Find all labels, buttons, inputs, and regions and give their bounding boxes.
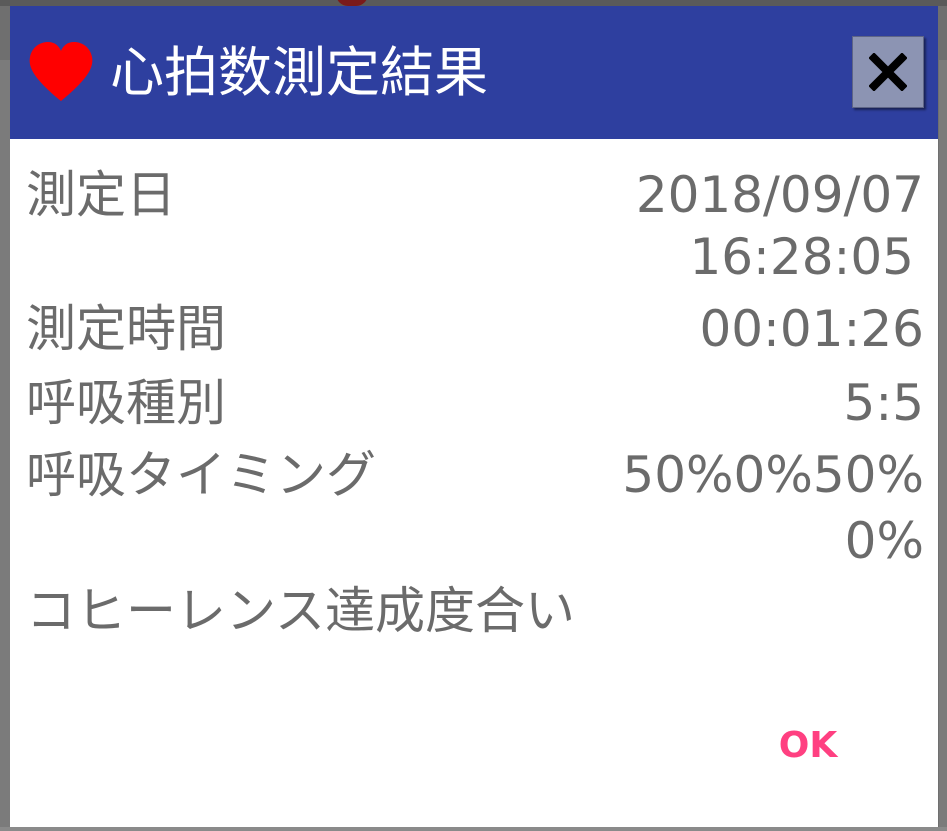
measurement-date-value: 2018/09/07 bbox=[635, 166, 924, 224]
result-dialog: 心拍数測定結果 測定日 2018/09/07 16:28:05 測定時間 00:… bbox=[10, 6, 938, 827]
background-app-edge-bottom bbox=[0, 827, 947, 831]
background-app-edge-left bbox=[0, 60, 10, 831]
breath-timing-label: 呼吸タイミング bbox=[26, 446, 376, 504]
close-icon bbox=[869, 53, 907, 91]
breath-timing-value: 50%0%50% bbox=[622, 446, 924, 504]
breath-type-value: 5:5 bbox=[843, 374, 924, 432]
heart-icon bbox=[29, 42, 93, 101]
ok-button[interactable]: OK bbox=[756, 710, 860, 782]
dialog-header: 心拍数測定結果 bbox=[10, 6, 938, 139]
measurement-duration-value: 00:01:26 bbox=[699, 300, 924, 358]
breath-timing-value-continued: 0% bbox=[844, 512, 924, 570]
dialog-title: 心拍数測定結果 bbox=[110, 41, 488, 104]
breath-type-label: 呼吸種別 bbox=[26, 374, 226, 432]
measurement-time-value: 16:28:05 bbox=[689, 228, 914, 286]
close-button[interactable] bbox=[852, 36, 924, 108]
background-app-edge-right bbox=[939, 60, 947, 831]
coherence-label: コヒーレンス達成度合い bbox=[26, 582, 575, 640]
measurement-duration-label: 測定時間 bbox=[26, 300, 226, 358]
measurement-date-label: 測定日 bbox=[26, 166, 176, 224]
